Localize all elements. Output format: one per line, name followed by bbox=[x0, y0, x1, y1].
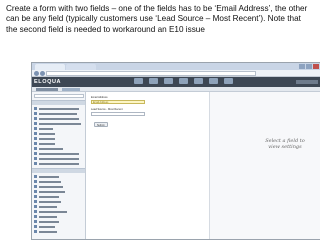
window-controls bbox=[299, 64, 319, 69]
lead-source-field-label: Lead Source - Most Recent bbox=[91, 108, 123, 111]
field-list-item[interactable] bbox=[34, 126, 84, 130]
field-icon bbox=[34, 210, 37, 213]
nav-item[interactable] bbox=[134, 78, 143, 84]
submit-button-label: Submit bbox=[97, 123, 105, 127]
field-icon bbox=[34, 220, 37, 223]
field-list-item[interactable] bbox=[34, 174, 84, 178]
field-list-item[interactable] bbox=[34, 194, 84, 198]
nav-item[interactable] bbox=[209, 78, 218, 84]
nav-item[interactable] bbox=[224, 78, 233, 84]
field-icon bbox=[34, 205, 37, 208]
field-icon bbox=[34, 185, 37, 188]
field-icon bbox=[34, 152, 37, 155]
field-list-item[interactable] bbox=[34, 229, 84, 233]
field-list-item[interactable] bbox=[34, 199, 84, 203]
field-list-item[interactable] bbox=[34, 209, 84, 213]
minimize-icon[interactable] bbox=[299, 64, 305, 69]
form-canvas: Email Address Email Address Lead Source … bbox=[86, 92, 210, 239]
field-icon bbox=[34, 132, 37, 135]
close-icon[interactable] bbox=[313, 64, 319, 69]
field-icon bbox=[34, 157, 37, 160]
field-icon bbox=[34, 230, 37, 233]
breadcrumb[interactable] bbox=[62, 88, 80, 91]
settings-hint: Select a field to view settings bbox=[265, 138, 305, 150]
breadcrumb[interactable] bbox=[36, 88, 58, 91]
field-list-item[interactable] bbox=[34, 204, 84, 208]
field-icon bbox=[34, 190, 37, 193]
field-list-item[interactable] bbox=[34, 189, 84, 193]
section-header-contact-fields[interactable] bbox=[32, 100, 85, 105]
field-list-item[interactable] bbox=[34, 136, 84, 140]
browser-tab-strip bbox=[32, 63, 320, 70]
field-list-item[interactable] bbox=[34, 219, 84, 223]
field-icon bbox=[34, 112, 37, 115]
url-input[interactable] bbox=[46, 71, 256, 76]
nav-item[interactable] bbox=[164, 78, 173, 84]
slide-caption: Create a form with two fields – one of t… bbox=[6, 4, 308, 34]
app-logo: ELOQUA bbox=[34, 79, 62, 85]
email-field-label: Email Address bbox=[91, 96, 108, 99]
field-list-item[interactable] bbox=[34, 161, 84, 165]
user-menu[interactable] bbox=[296, 80, 318, 84]
app-header: ELOQUA bbox=[32, 77, 320, 87]
lead-source-field[interactable] bbox=[91, 112, 145, 116]
settings-panel: Select a field to view settings bbox=[210, 92, 320, 239]
field-icon bbox=[34, 175, 37, 178]
forward-icon[interactable] bbox=[40, 71, 45, 76]
email-field[interactable]: Email Address bbox=[91, 100, 145, 104]
field-icon bbox=[34, 180, 37, 183]
field-list-item[interactable] bbox=[34, 184, 84, 188]
field-list-item[interactable] bbox=[34, 111, 84, 115]
field-list-item[interactable] bbox=[34, 151, 84, 155]
browser-address-bar bbox=[32, 70, 320, 77]
nav-item[interactable] bbox=[149, 78, 158, 84]
field-list-item[interactable] bbox=[34, 141, 84, 145]
field-icon bbox=[34, 200, 37, 203]
maximize-icon[interactable] bbox=[306, 64, 312, 69]
field-list-item[interactable] bbox=[34, 224, 84, 228]
field-icon bbox=[34, 195, 37, 198]
field-icon bbox=[34, 215, 37, 218]
field-icon bbox=[34, 107, 37, 110]
field-icon bbox=[34, 137, 37, 140]
field-list-item[interactable] bbox=[34, 146, 84, 150]
field-icon bbox=[34, 117, 37, 120]
top-navigation bbox=[134, 78, 233, 87]
nav-item[interactable] bbox=[194, 78, 203, 84]
field-icon bbox=[34, 127, 37, 130]
search-input[interactable] bbox=[34, 94, 84, 98]
field-icon bbox=[34, 162, 37, 165]
field-library-panel bbox=[32, 92, 86, 239]
field-icon bbox=[34, 142, 37, 145]
field-icon bbox=[34, 122, 37, 125]
section-header-custom-fields[interactable] bbox=[32, 168, 85, 173]
back-icon[interactable] bbox=[34, 71, 39, 76]
field-list-item[interactable] bbox=[34, 121, 84, 125]
eloqua-screenshot: ELOQUA Email Address Email Address Lead … bbox=[31, 62, 320, 240]
field-list-item[interactable] bbox=[34, 214, 84, 218]
field-list-item[interactable] bbox=[34, 179, 84, 183]
field-icon bbox=[34, 147, 37, 150]
field-list-item[interactable] bbox=[34, 106, 84, 110]
field-list-item[interactable] bbox=[34, 131, 84, 135]
field-list-item[interactable] bbox=[34, 156, 84, 160]
email-field-value: Email Address bbox=[93, 101, 109, 104]
nav-item[interactable] bbox=[179, 78, 188, 84]
field-icon bbox=[34, 225, 37, 228]
field-list-item[interactable] bbox=[34, 116, 84, 120]
submit-button[interactable]: Submit bbox=[94, 122, 108, 127]
